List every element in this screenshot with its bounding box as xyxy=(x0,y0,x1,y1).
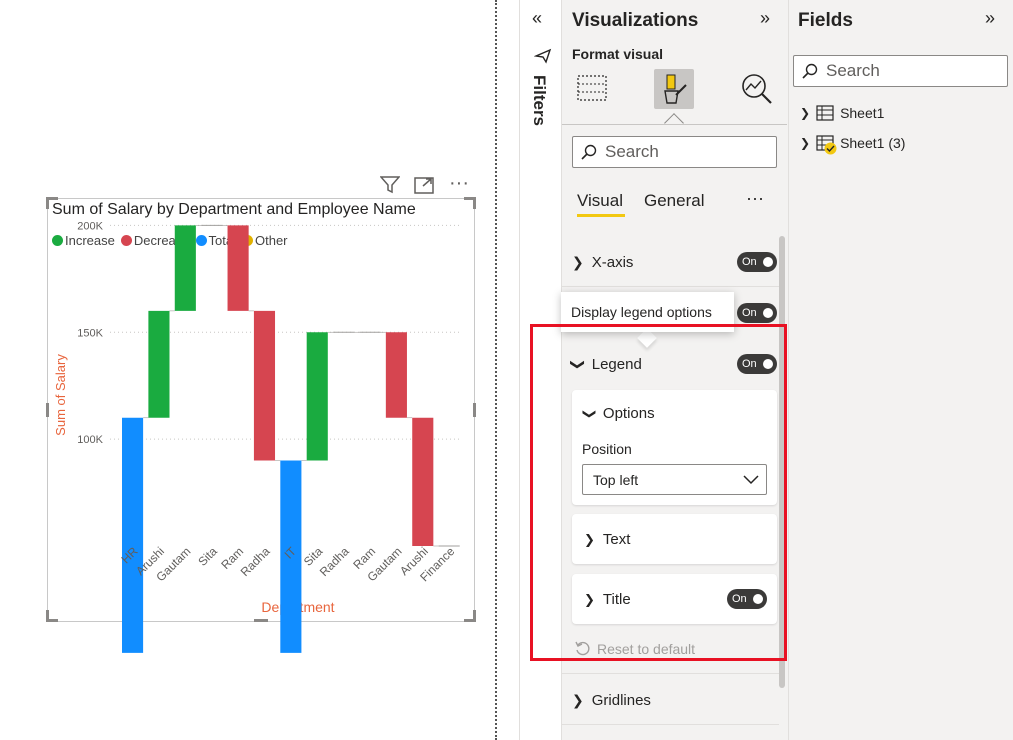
gridlines-label: Gridlines xyxy=(591,691,651,709)
waterfall-bar xyxy=(412,417,434,546)
filter-pane-icon[interactable] xyxy=(533,48,552,69)
chevron-right-icon: ❯ xyxy=(572,253,584,270)
y-tick-label: 100K xyxy=(77,434,103,446)
y-axis-toggle[interactable]: On xyxy=(737,303,777,323)
x-tick-label: Radha xyxy=(317,544,352,579)
waterfall-bar xyxy=(174,225,196,311)
viz-search-input[interactable]: Search xyxy=(572,136,777,168)
chevron-right-icon: ❯ xyxy=(800,106,811,120)
toggle-text: On xyxy=(742,256,757,268)
toggle-text: On xyxy=(742,358,757,370)
title-toggle[interactable]: On xyxy=(727,589,767,609)
checkmark-badge-icon xyxy=(824,142,837,155)
toggle-text: On xyxy=(732,593,747,605)
expand-chevron-icon[interactable]: » xyxy=(985,8,995,29)
build-visual-icon[interactable] xyxy=(576,72,608,109)
table-icon xyxy=(816,105,834,121)
chevron-right-icon: ❯ xyxy=(572,691,584,708)
tab-active-indicator xyxy=(577,214,625,217)
toggle-text: On xyxy=(742,307,757,319)
visualizations-title: Visualizations xyxy=(572,10,699,31)
text-header[interactable]: ❯ Text xyxy=(584,531,630,548)
chevron-down-icon xyxy=(743,475,759,485)
x-tick-label: Sita xyxy=(195,544,220,569)
search-icon xyxy=(581,144,597,160)
collapse-chevron-icon[interactable]: « xyxy=(532,8,542,29)
divider xyxy=(562,286,779,287)
filters-label[interactable]: Filters xyxy=(529,75,549,126)
fields-search-placeholder: Search xyxy=(826,61,880,80)
tab-visual[interactable]: Visual xyxy=(577,191,623,211)
waterfall-bar xyxy=(227,225,249,311)
waterfall-bar xyxy=(253,310,276,461)
chevron-right-icon: ❯ xyxy=(584,591,595,607)
chevron-right-icon: ❯ xyxy=(800,136,811,150)
x-tick-label: Radha xyxy=(238,544,273,579)
fields-search-input[interactable]: Search xyxy=(793,55,1008,87)
format-visual-label: Format visual xyxy=(572,46,664,62)
options-label: Options xyxy=(602,405,655,422)
section-gridlines[interactable]: ❯ Gridlines xyxy=(572,688,782,712)
legend-tooltip: Display legend options xyxy=(561,292,734,332)
y-axis-title: Sum of Salary xyxy=(53,354,68,436)
y-tick-label: 150K xyxy=(77,327,103,339)
x-axis-label: X-axis xyxy=(591,253,634,271)
field-table-name: Sheet1 xyxy=(840,105,885,121)
divider xyxy=(562,724,779,725)
search-icon xyxy=(802,63,818,79)
waterfall-bar xyxy=(306,332,328,461)
field-table-sheet1-3[interactable]: ❯ Sheet1 (3) xyxy=(800,135,906,155)
divider xyxy=(562,124,787,125)
chevron-down-icon: ❯ xyxy=(570,358,587,370)
reset-icon xyxy=(575,641,590,656)
title-label: Title xyxy=(602,591,631,608)
format-visual-icon[interactable] xyxy=(654,69,694,109)
chevron-right-icon: ❯ xyxy=(584,531,595,547)
viz-search-placeholder: Search xyxy=(605,142,659,161)
field-table-name: Sheet1 (3) xyxy=(840,135,906,151)
analytics-icon[interactable] xyxy=(740,72,774,111)
waterfall-bar xyxy=(122,417,144,653)
y-tick-label: 200K xyxy=(77,220,103,232)
field-table-sheet1[interactable]: ❯ Sheet1 xyxy=(800,105,884,121)
expand-chevron-icon[interactable]: » xyxy=(760,8,770,29)
text-label: Text xyxy=(602,531,631,548)
more-tabs-icon[interactable]: ··· xyxy=(746,188,764,209)
x-axis-toggle[interactable]: On xyxy=(737,252,777,272)
options-header[interactable]: ❯ Options xyxy=(582,405,655,422)
divider xyxy=(562,673,779,674)
fields-title: Fields xyxy=(798,10,853,31)
legend-toggle[interactable]: On xyxy=(737,354,777,374)
chevron-down-icon: ❯ xyxy=(582,408,598,419)
position-label: Position xyxy=(582,441,632,457)
waterfall-chart-svg: 100K150K200KSum of SalaryDepartmentHRAru… xyxy=(53,220,460,653)
viz-pane-scrollbar[interactable] xyxy=(779,236,785,688)
reset-label: Reset to default xyxy=(597,641,696,657)
waterfall-bar xyxy=(385,332,407,418)
tab-general[interactable]: General xyxy=(644,191,704,211)
title-header[interactable]: ❯ Title xyxy=(584,591,631,608)
position-value: Top left xyxy=(593,471,639,488)
position-dropdown[interactable]: Top left xyxy=(582,464,767,495)
legend-label: Legend xyxy=(591,355,642,373)
reset-to-default-button[interactable]: Reset to default xyxy=(575,641,695,657)
waterfall-bar xyxy=(148,310,170,418)
